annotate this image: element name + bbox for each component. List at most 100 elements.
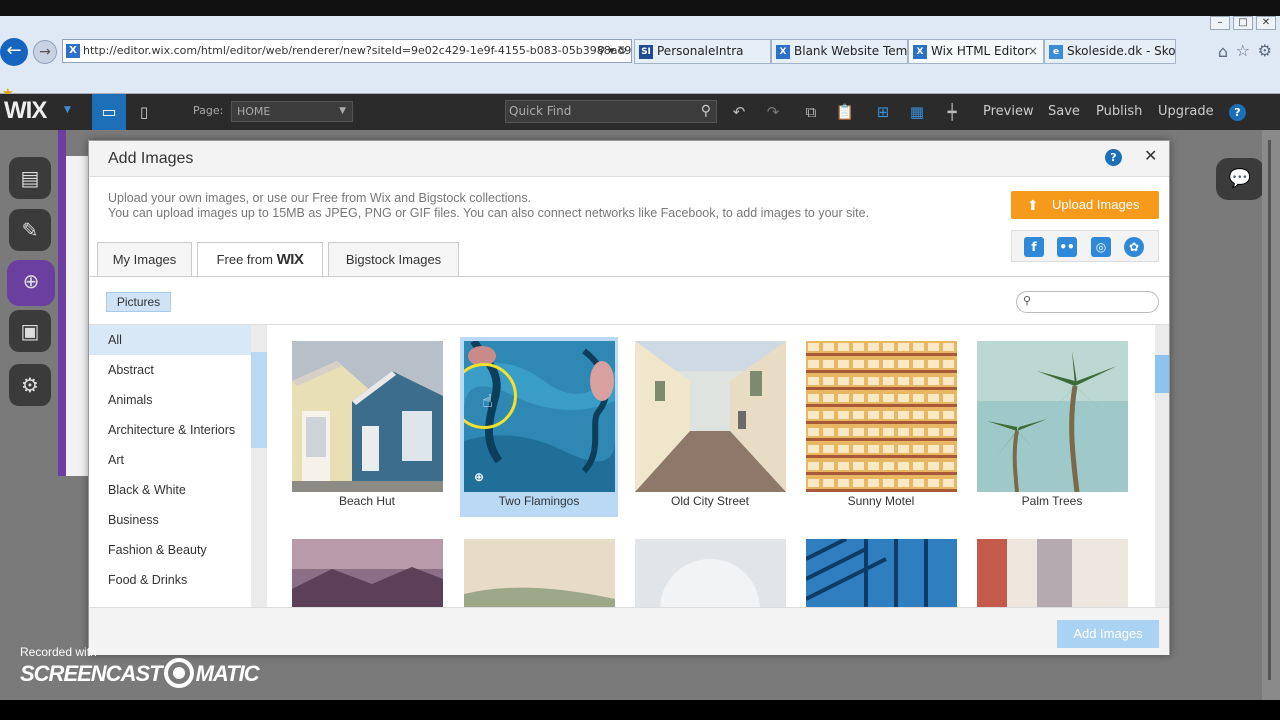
category-fashion-beauty[interactable]: Fashion & Beauty [89,535,251,565]
category-abstract[interactable]: Abstract [89,355,251,385]
mountains-image [292,539,443,607]
category-scrollbar[interactable] [251,325,267,607]
tab-blank-website[interactable]: X Blank Website Tem... [771,39,908,64]
tab-my-images[interactable]: My Images [97,242,192,276]
wix-favicon-icon: X [66,44,80,58]
image-card-sunny-motel[interactable]: Sunny Motel [802,337,960,517]
address-bar[interactable]: X http://editor.wix.com/html/editor/web/… [62,39,632,63]
image-search-input[interactable]: ⚲ [1016,291,1159,313]
upgrade-button[interactable]: Upgrade [1158,94,1214,130]
category-art[interactable]: Art [89,445,251,475]
category-all[interactable]: All [89,325,251,355]
add-images-button[interactable]: Add Images [1057,620,1159,648]
image-card-street[interactable] [973,535,1131,607]
close-icon[interactable]: ✕ [1144,146,1157,165]
watermark-brand-left: SCREENCAST [20,660,163,686]
image-caption: Beach Hut [338,494,396,508]
wix-top-bar: WIX ▼ ▭ ▯ Page: HOME ▼ Quick Find ⚲ ↶ ↷ … [0,94,1280,130]
save-button[interactable]: Save [1048,94,1080,130]
image-caption: Palm Trees [1021,494,1083,508]
image-card-two-flamingos[interactable]: ⊕ ☝ Two Flamingos [460,337,618,517]
quick-find-placeholder: Quick Find [509,104,572,118]
close-window-button[interactable]: ✕ [1256,16,1276,30]
help-icon[interactable]: ? [1105,149,1122,166]
help-icon[interactable]: ? [1229,104,1246,121]
wix-logo[interactable]: WIX [4,97,47,125]
category-food-drinks[interactable]: Food & Drinks [89,565,251,595]
publish-button[interactable]: Publish [1096,94,1142,130]
image-caption: Two Flamingos [498,494,580,508]
favorites-icon[interactable]: ☆ [1236,41,1250,60]
category-architecture[interactable]: Architecture & Interiors [89,415,251,445]
image-card-palm-trees[interactable]: Palm Trees [973,337,1131,517]
tab-favicon-icon: SI [639,45,653,59]
page-select-value: HOME [237,105,271,118]
image-card-beach-hut[interactable]: Beach Hut [288,337,446,517]
search-icon: ⚲ [700,103,711,119]
paste-icon[interactable]: 📋 [833,94,857,130]
picasa-icon[interactable]: ✿ [1124,237,1144,257]
image-card-hills[interactable] [460,535,618,607]
dialog-title: Add Images [108,150,194,167]
pages-icon[interactable]: ▤ [9,157,51,199]
tab-skoleside[interactable]: e Skoleside.dk - Skole... [1044,39,1176,64]
chevron-down-icon: ▼ [339,106,346,116]
zoom-icon[interactable]: ⊕ [474,469,490,485]
settings-gear-icon[interactable]: ⚙ [1258,41,1272,60]
tab-close-icon[interactable]: × [1028,40,1038,63]
undo-icon[interactable]: ↶ [727,94,751,130]
upload-icon: ⬆ [1027,197,1039,213]
category-black-white[interactable]: Black & White [89,475,251,505]
tab-label: Wix HTML Editor [931,44,1030,58]
flickr-icon[interactable]: •• [1057,237,1077,257]
page-select[interactable]: HOME ▼ [231,101,353,122]
chevron-down-icon[interactable]: ▼ [64,105,71,115]
facebook-icon[interactable]: f [1024,237,1044,257]
app-market-icon[interactable]: ▣ [9,310,51,352]
snap-icon[interactable]: ▦ [905,94,929,130]
quick-find-input[interactable]: Quick Find ⚲ [505,100,717,123]
back-button[interactable]: ← [0,38,28,66]
tab-bigstock-images[interactable]: Bigstock Images [328,242,459,276]
page-scrollbar[interactable] [1262,130,1280,700]
forward-button[interactable]: → [33,40,57,64]
left-tools-panel: ▤ ✎ ⊕ ▣ ⚙ [0,130,60,700]
image-caption: Old City Street [670,494,750,508]
upload-label: Upload Images [1052,197,1140,212]
gridlines-icon[interactable]: ⊞ [871,94,895,130]
gallery-scrollbar[interactable] [1155,325,1169,607]
image-card-mountains[interactable] [288,535,446,607]
preview-button[interactable]: Preview [983,94,1034,130]
image-card-old-city-street[interactable]: Old City Street [631,337,789,517]
tab-favicon-icon: X [776,45,790,59]
category-animals[interactable]: Animals [89,385,251,415]
ruler-icon[interactable]: ┿ [940,94,964,130]
maximize-button[interactable]: □ [1233,16,1253,30]
copy-icon[interactable]: ⧉ [799,94,823,130]
address-tools[interactable]: ⚲ ▾ ↻ [597,40,627,62]
category-business[interactable]: Business [89,505,251,535]
image-card-sky[interactable] [631,535,789,607]
description-line-1: Upload your own images, or use our Free … [108,191,532,205]
pictures-filter[interactable]: Pictures [106,292,171,312]
address-text: http://editor.wix.com/html/editor/web/re… [83,44,632,57]
image-card-stairs[interactable] [802,535,960,607]
desktop-view-icon[interactable]: ▭ [92,94,126,130]
upload-images-button[interactable]: ⬆ Upload Images [1011,191,1159,219]
home-icon[interactable]: ⌂ [1218,42,1228,61]
tab-free-from-wix[interactable]: Free from WIX [197,242,323,278]
instagram-icon[interactable]: ◎ [1091,237,1111,257]
add-icon[interactable]: ⊕ [7,260,55,306]
tab-favicon-icon: e [1049,45,1063,59]
settings-icon[interactable]: ⚙ [9,364,51,406]
tab-wix-brand: WIX [276,251,304,268]
mobile-view-icon[interactable]: ▯ [134,94,154,130]
redo-icon[interactable]: ↷ [761,94,785,130]
chat-icon[interactable]: 💬 [1216,158,1264,200]
minimize-button[interactable]: – [1210,16,1230,30]
tab-personaleintra[interactable]: SI PersonaleIntra [634,39,771,64]
two-flamingos-image: ⊕ ☝ [464,341,615,492]
design-brush-icon[interactable]: ✎ [9,209,51,251]
tab-wix-html-editor[interactable]: X Wix HTML Editor × [908,39,1044,64]
tab-label: Blank Website Tem... [794,44,908,58]
